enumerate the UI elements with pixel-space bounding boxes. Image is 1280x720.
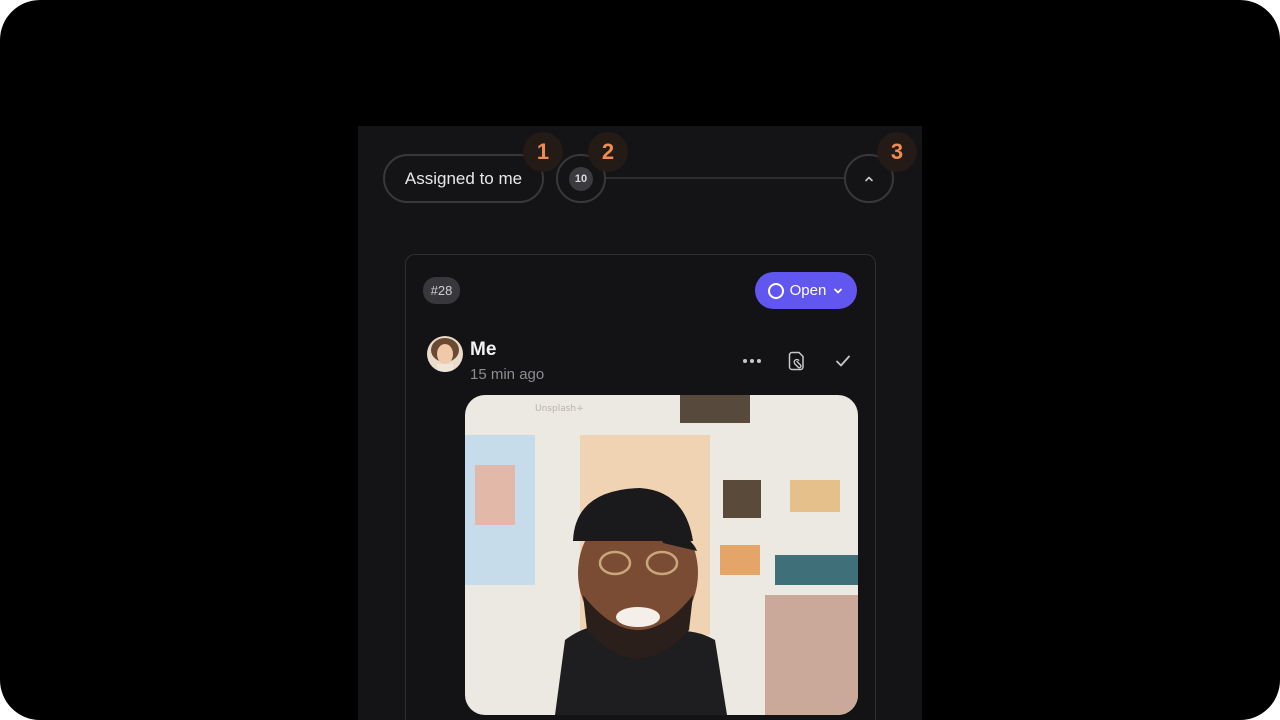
status-label: Open (789, 282, 827, 299)
chevron-down-icon (834, 288, 843, 293)
assigned-to-me-label: Assigned to me (404, 168, 523, 188)
more-icon (743, 359, 761, 363)
filter-connector-line (606, 177, 844, 179)
status-circle-icon (767, 282, 784, 299)
chevron-up-icon (865, 176, 873, 181)
attached-photo[interactable]: Unsplash+ (465, 395, 858, 715)
status-dropdown-button[interactable]: Open (755, 272, 857, 309)
step-marker-2: 2 (588, 132, 628, 172)
assigned-to-me-filter[interactable]: Assigned to me (383, 154, 544, 203)
screen-frame: Assigned to me 10 1 2 3 #28 Open Me 15 m… (0, 0, 1280, 720)
step-marker-3: 3 (877, 132, 917, 172)
check-icon (836, 355, 850, 367)
author-name: Me (470, 339, 497, 360)
photo-content: Unsplash+ (465, 395, 858, 715)
photo-watermark: Unsplash+ (535, 404, 584, 414)
issue-count-badge: 10 (569, 166, 593, 191)
more-options-button[interactable] (737, 346, 767, 376)
resolve-button[interactable] (828, 346, 858, 376)
issue-id-tag: #28 (423, 277, 460, 304)
avatar-image (427, 336, 463, 372)
avatar[interactable] (427, 336, 463, 372)
post-time: 15 min ago (470, 366, 545, 383)
attach-button[interactable] (782, 346, 812, 376)
step-marker-1: 1 (523, 132, 563, 172)
attach-icon (788, 351, 804, 371)
